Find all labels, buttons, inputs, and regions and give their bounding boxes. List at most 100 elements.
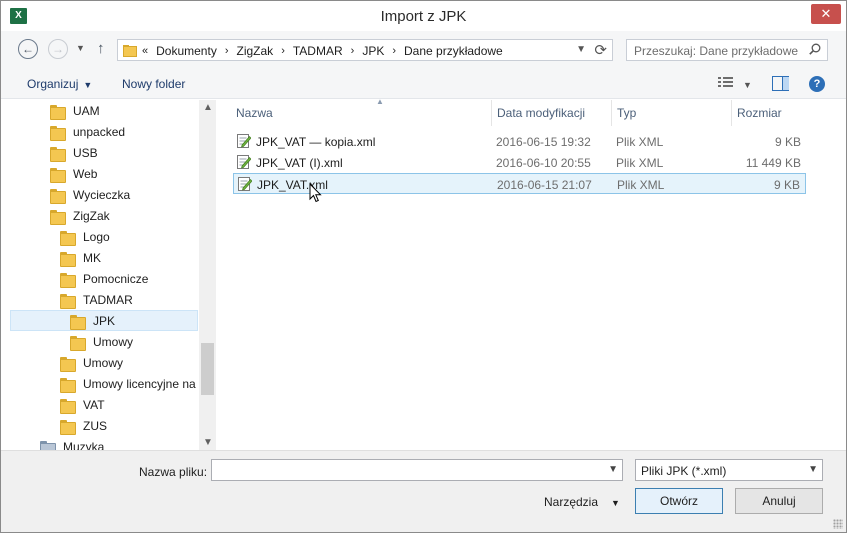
tree-item-label: MK [83,250,101,265]
xml-file-icon [237,155,251,169]
tree-item-label: Wycieczka [73,187,131,202]
preview-pane-icon[interactable] [772,76,789,91]
folder-icon [60,251,76,267]
tree-item[interactable]: ZUS [60,415,107,436]
tree-scrollbar[interactable]: ▲ ▼ [199,100,216,450]
title-bar: X Import z JPK ✕ [1,1,846,31]
file-row[interactable]: JPK_VAT — kopia.xml 2016-06-15 19:32 Plik … [233,131,806,152]
back-button[interactable]: ← [18,39,38,59]
chevron-down-icon: ▼ [83,80,93,90]
column-header-date[interactable]: Data modyfikacji [497,100,611,126]
mouse-cursor-icon [309,183,322,203]
open-button[interactable]: Otwórz [635,488,723,514]
command-bar: Organizuj ▼ Nowy folder ▼ ? [1,69,846,99]
breadcrumb: « Dokumenty › ZigZak › TADMAR › JPK › Dane przykł… [142,43,503,59]
tree-item[interactable]: Web [50,163,97,184]
tree-item[interactable]: MK [60,247,101,268]
breadcrumb-item[interactable]: TADMAR [293,44,343,58]
file-date: 2016-06-15 19:32 [496,135,591,149]
column-header-name[interactable]: Nazwa ▲ [236,97,491,126]
file-type: Plik XML [616,156,664,170]
cancel-button[interactable]: Anuluj [735,488,823,514]
file-size: 9 KB [773,178,800,192]
chevron-down-icon: ▼ [611,498,620,508]
tree-item[interactable]: Umowy licencyjne na d [60,373,206,394]
tree-item[interactable]: UAM [50,100,100,121]
recent-locations-chevron-icon[interactable]: ▼ [76,43,85,53]
navigation-tree[interactable]: UAM unpacked USB Web Wycieczka ZigZak Logo MK Po… [1,100,216,450]
folder-icon [60,377,76,393]
folder-icon [50,146,66,162]
tree-item[interactable]: Wycieczka [50,184,130,205]
column-divider[interactable] [491,100,492,126]
folder-icon [123,45,137,57]
close-button[interactable]: ✕ [811,4,841,24]
search-icon[interactable] [809,43,821,55]
breadcrumb-separator-icon[interactable]: › [392,45,396,57]
address-bar[interactable]: « Dokumenty › ZigZak › TADMAR › JPK › Dane przykł… [117,39,613,61]
tree-item[interactable]: Pomocnicze [60,268,148,289]
scroll-up-icon[interactable]: ▲ [203,102,213,113]
breadcrumb-item[interactable]: JPK [362,44,384,58]
file-type: Plik XML [617,178,665,192]
up-button[interactable]: ↑ [97,40,105,57]
file-type-select[interactable]: Pliki JPK (*.xml) ▼ [635,459,823,481]
change-view-button[interactable]: ▼ [718,76,752,91]
search-box[interactable]: Przeszukaj: Dane przykładowe [626,39,828,61]
file-list[interactable]: Nazwa ▲ Data modyfikacji Typ Rozmiar JPK_… [216,97,846,450]
scroll-down-icon[interactable]: ▼ [203,437,213,448]
column-header-size[interactable]: Rozmiar [737,100,807,126]
folder-icon [60,230,76,246]
folder-icon [50,104,66,120]
folder-icon [50,188,66,204]
breadcrumb-item[interactable]: ZigZak [237,44,274,58]
column-header-type[interactable]: Typ [617,100,731,126]
organize-menu[interactable]: Organizuj ▼ [27,77,92,91]
forward-button[interactable]: → [48,39,68,59]
folder-icon [60,398,76,414]
scrollbar-thumb[interactable] [201,343,214,395]
file-name: JPK_VAT (I).xml [256,156,343,170]
breadcrumb-overflow-icon[interactable]: « [142,45,148,57]
chevron-down-icon[interactable]: ▼ [808,464,818,475]
file-row[interactable]: JPK_VAT (I).xml 2016-06-10 20:55 Plik XML 1… [233,152,806,173]
filename-field[interactable]: ▼ [211,459,623,481]
tree-item-label: Logo [83,229,110,244]
breadcrumb-separator-icon[interactable]: › [351,45,355,57]
file-size: 9 KB [774,135,801,149]
breadcrumb-separator-icon[interactable]: › [225,45,229,57]
breadcrumb-separator-icon[interactable]: › [281,45,285,57]
dialog-footer: Nazwa pliku: ▼ Pliki JPK (*.xml) ▼ Narzę… [1,450,846,532]
chevron-down-icon[interactable]: ▼ [608,464,618,475]
tree-item[interactable]: TADMAR [60,289,133,310]
tree-item-label: USB [73,145,98,160]
tree-item[interactable]: VAT [60,394,105,415]
new-folder-button[interactable]: Nowy folder [122,77,185,91]
breadcrumb-item[interactable]: Dane przykładowe [404,44,503,58]
folder-icon [60,272,76,288]
tree-item[interactable]: unpacked [50,121,125,142]
tree-item-label: ZUS [83,418,107,433]
tree-item[interactable]: USB [50,142,98,163]
chevron-down-icon[interactable]: ▼ [576,44,586,55]
tree-item[interactable]: Umowy [60,352,123,373]
tree-item[interactable]: Muzyka [40,436,104,450]
tree-item[interactable]: Logo [60,226,110,247]
column-divider[interactable] [731,100,732,126]
tree-item[interactable]: Umowy [70,331,133,352]
tree-item-label: JPK [93,313,116,328]
column-header-label: Nazwa [236,106,273,120]
column-divider[interactable] [611,100,612,126]
refresh-icon[interactable]: ⟳ [594,41,607,59]
resize-grip[interactable] [833,519,843,529]
tools-menu[interactable]: Narzędzia ▼ [544,495,620,509]
file-type-value: Pliki JPK (*.xml) [641,464,727,478]
tree-item-label: Web [73,166,98,181]
tree-item-label: Pomocnicze [83,271,149,286]
folder-icon [70,314,86,330]
tree-item[interactable]: JPK [10,310,198,331]
tree-item[interactable]: ZigZak [50,205,110,226]
help-icon[interactable]: ? [809,76,825,92]
breadcrumb-item[interactable]: Dokumenty [156,44,217,58]
search-input[interactable]: Przeszukaj: Dane przykładowe [634,44,798,58]
